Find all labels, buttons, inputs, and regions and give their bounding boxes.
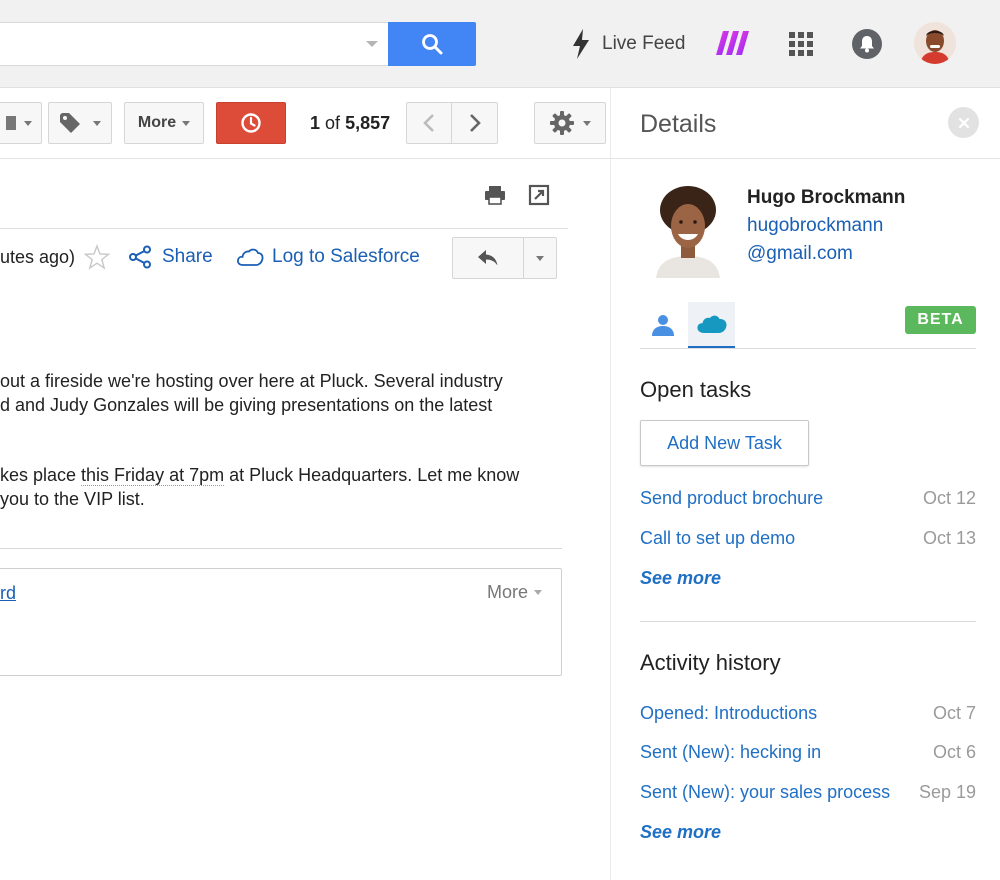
message-body-line: d and Judy Gonzales will be giving prese… [0,395,493,415]
log-to-salesforce-link[interactable]: Log to Salesforce [236,244,420,270]
star-icon[interactable] [84,244,110,270]
apps-grid-icon[interactable] [788,31,814,57]
beta-badge: BETA [905,306,976,334]
new-window-icon[interactable] [528,184,550,206]
reply-more-label: More [487,582,529,602]
avatar-portrait-icon [914,22,956,64]
chevron-down-icon [182,120,191,126]
section-divider [640,621,976,622]
body-text: kes place [0,465,82,485]
chevron-down-icon [536,255,544,261]
activity-date: Oct 6 [932,742,976,762]
header-divider [0,228,568,229]
search-input[interactable] [0,22,388,66]
person-icon [652,315,674,336]
add-new-task-button[interactable]: Add New Task [640,420,809,466]
pagination-count: 1 of 5,857 [310,108,390,138]
activity-date: Oct 7 [932,703,976,723]
settings-button[interactable] [534,102,606,144]
message-body-line: you to the VIP list. [0,489,145,509]
more-actions-label: More [137,114,177,131]
salesforce-icon [696,315,727,333]
chevron-right-icon [469,114,481,132]
open-tasks-title: Open tasks [640,377,752,402]
pager-current: 1 [310,113,321,133]
contact-photo [652,182,724,278]
contact-email[interactable]: hugobrockmann [747,214,883,238]
log-to-salesforce-label: Log to Salesforce [272,246,420,267]
detected-date-text[interactable]: this Friday at 7pm [81,465,225,486]
toolbar-divider [0,158,1000,159]
chevron-down-icon [534,589,543,595]
newer-button[interactable] [406,102,452,144]
live-feed-label: Live Feed [602,33,686,54]
quick-reply-box[interactable] [0,568,562,676]
task-date: Oct 13 [922,528,976,548]
chevron-down-icon [93,120,101,126]
mixmax-logo-icon[interactable] [714,30,750,56]
reply-button[interactable] [452,237,524,279]
activity-item[interactable]: Opened: Introductions [640,701,817,725]
search-icon [422,34,443,55]
activity-history-title: Activity history [640,650,781,675]
tab-contact[interactable] [640,302,686,348]
body-text: at Pluck Headquarters. Let me know [224,465,520,485]
search-options-caret[interactable] [366,41,378,47]
share-link[interactable]: Share [128,244,213,270]
tabs-divider [640,348,976,349]
chevron-down-icon [24,120,32,126]
pager-of: of [325,113,341,133]
reply-more-button[interactable]: More [487,580,543,604]
panel-divider [610,88,611,880]
forward-link[interactable]: rd [0,581,16,605]
share-icon [129,245,151,269]
share-label: Share [162,246,213,267]
close-details-button[interactable] [948,107,979,138]
contact-name: Hugo Brockmann [747,187,906,208]
reply-options-button[interactable] [524,237,557,279]
tag-icon [60,113,80,133]
contact-portrait-icon [652,182,724,278]
cloud-icon [237,248,264,266]
labels-button[interactable] [48,102,112,144]
gear-icon [550,111,574,135]
bell-icon [860,36,874,53]
contact-email[interactable]: @gmail.com [747,242,853,266]
clock-icon [241,113,261,133]
archive-icon [6,116,16,130]
more-actions-button[interactable]: More [124,102,204,144]
message-divider [0,548,562,549]
task-date: Oct 12 [922,488,976,508]
search-button[interactable] [388,22,476,66]
bolt-icon [573,29,589,59]
archive-button[interactable] [0,102,42,144]
see-more-activity-link[interactable]: See more [640,820,721,844]
chevron-down-icon [583,120,591,126]
activity-item[interactable]: Sent (New): your sales process [640,780,890,804]
details-title: Details [640,110,717,138]
activity-date: Sep 19 [918,782,976,802]
see-more-tasks-link[interactable]: See more [640,566,721,590]
activity-item[interactable]: Sent (New): hecking in [640,740,821,764]
print-icon[interactable] [484,184,506,206]
reply-icon [478,250,498,266]
message-body-line: kes place this Friday at 7pm at Pluck He… [0,463,519,487]
message-timestamp: utes ago) [0,247,76,267]
snooze-button[interactable] [216,102,286,144]
chevron-left-icon [423,114,434,132]
task-item[interactable]: Call to set up demo [640,526,795,550]
account-avatar[interactable] [914,22,956,64]
close-icon [958,117,969,128]
pager-total: 5,857 [345,113,391,133]
tab-salesforce[interactable] [688,302,735,348]
live-feed-button[interactable]: Live Feed [570,28,685,60]
task-item[interactable]: Send product brochure [640,486,823,510]
message-body-line: out a fireside we're hosting over here a… [0,371,503,391]
notifications-button[interactable] [852,29,882,59]
older-button[interactable] [452,102,498,144]
